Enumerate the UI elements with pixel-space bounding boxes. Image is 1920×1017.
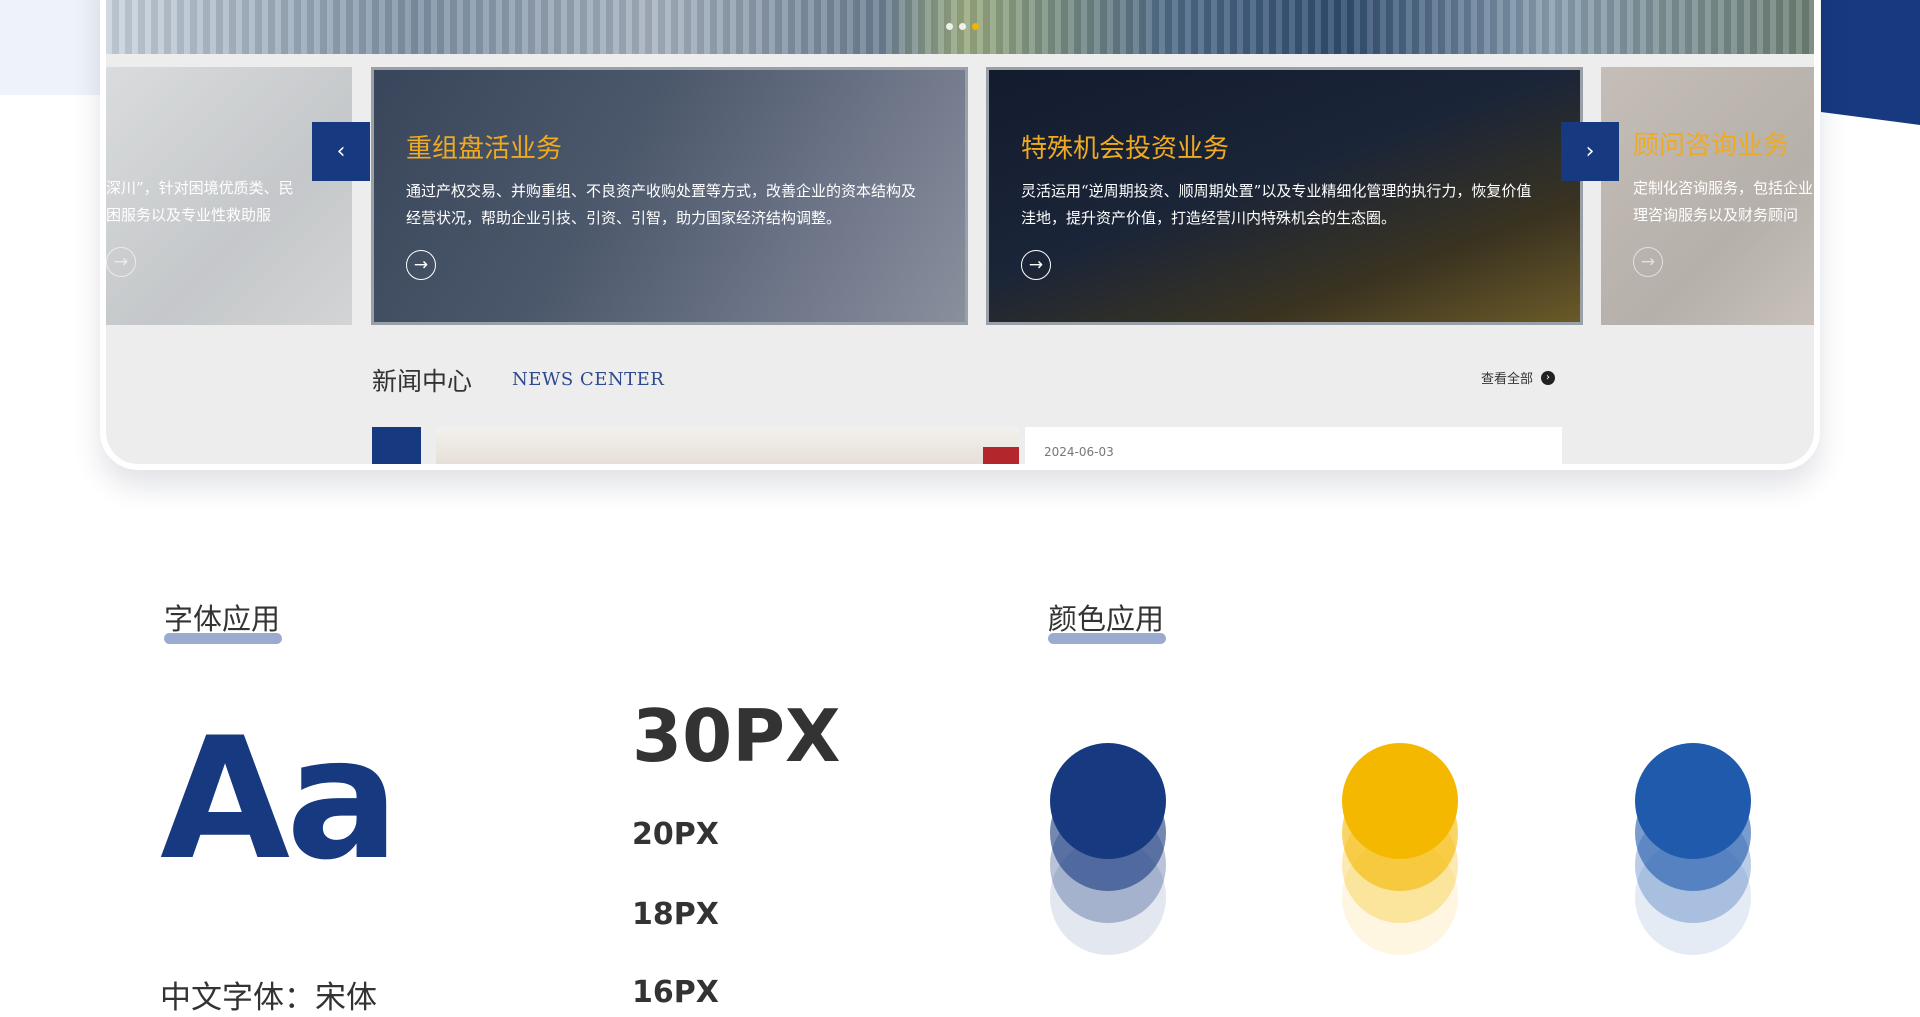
font-size-sample: 20PX [632, 817, 719, 852]
color-swatch [1050, 743, 1166, 859]
news-section-subtitle: NEWS CENTER [512, 369, 665, 390]
arrow-right-icon[interactable]: → [1021, 250, 1051, 280]
business-card-partial-left[interactable]: 深川”，针对困境优质类、民 困服务以及专业性救助服 → [106, 67, 352, 325]
news-item[interactable]: 2024-06-03 [1025, 427, 1562, 464]
font-section-title: 字体应用 [164, 596, 283, 644]
font-size-sample: 16PX [632, 975, 719, 1010]
business-card-restructuring[interactable]: 重组盘活业务 通过产权交易、并购重组、不良资产收购处置等方式，改善企业的资本结构… [371, 67, 968, 325]
card-description: 通过产权交易、并购重组、不良资产收购处置等方式，改善企业的资本结构及经营状况，帮… [406, 182, 917, 227]
font-size-sample: 30PX [632, 694, 841, 778]
arrow-right-icon[interactable]: → [406, 250, 436, 280]
card-title: 顾问咨询业务 [1633, 131, 1790, 161]
banner-dot[interactable] [946, 23, 953, 30]
arrow-right-icon[interactable]: → [106, 247, 136, 277]
card-title: 特殊机会投资业务 [1021, 134, 1230, 164]
color-swatch [1342, 743, 1458, 859]
banner-dot-active[interactable] [972, 23, 979, 30]
banner-pagination [946, 23, 979, 30]
news-section-title: 新闻中心 [372, 367, 473, 396]
font-sample: Aa [160, 701, 399, 897]
business-card-consulting[interactable]: 顾问咨询业务 定制化咨询服务，包括企业管理咨询服务以及财务顾问 → [1601, 67, 1820, 325]
business-card-special-opportunity[interactable]: 特殊机会投资业务 灵活运用“逆周期投资、顺周期处置”以及专业精细化管理的执行力，… [986, 67, 1583, 325]
color-section-title: 颜色应用 [1048, 596, 1167, 644]
arrow-right-icon[interactable]: → [1633, 247, 1663, 277]
chevron-right-icon: › [1541, 370, 1556, 385]
card-description: 灵活运用“逆周期投资、顺周期处置”以及专业精细化管理的执行力，恢复价值洼地，提升… [1021, 182, 1532, 227]
news-image[interactable] [436, 427, 1019, 464]
card-title: 重组盘活业务 [406, 134, 563, 164]
card-description: 深川”，针对困境优质类、民 困服务以及专业性救助服 [106, 179, 294, 224]
news-accent-block [372, 427, 421, 464]
card-description: 定制化咨询服务，包括企业管理咨询服务以及财务顾问 [1633, 179, 1820, 224]
chinese-font-label: 中文字体：宋体 [160, 980, 377, 1016]
color-swatch [1635, 743, 1751, 859]
carousel-prev-button[interactable]: ‹ [312, 122, 370, 181]
website-preview-frame: 深川”，针对困境优质类、民 困服务以及专业性救助服 → 重组盘活业务 通过产权交… [100, 0, 1820, 470]
banner-dot[interactable] [959, 23, 966, 30]
carousel-next-button[interactable]: › [1561, 122, 1619, 181]
news-date: 2024-06-03 [1044, 445, 1114, 459]
view-all-label: 查看全部 [1481, 372, 1534, 387]
view-all-link[interactable]: 查看全部 › [1481, 368, 1556, 387]
font-size-sample: 18PX [632, 897, 719, 932]
